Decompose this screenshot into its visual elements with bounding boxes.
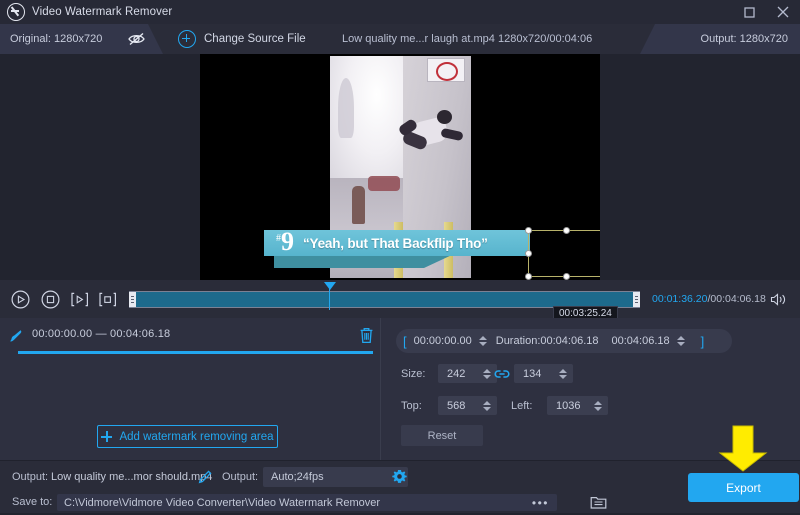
plus-icon [101, 431, 113, 442]
trim-duration-label: Duration:00:04:06.18 [495, 335, 599, 347]
top-label: Top: [401, 400, 422, 412]
watermark-area-progress [18, 351, 373, 354]
resize-handle-bottom-center[interactable] [563, 273, 570, 280]
left-stepper[interactable] [594, 398, 604, 414]
top-value: 568 [447, 399, 466, 412]
resize-handle-middle-left[interactable] [525, 249, 532, 257]
output-name-value: Low quality me...mor should.mp4 [51, 471, 213, 483]
down-arrow-annotation-icon [717, 425, 769, 472]
add-area-label: Add watermark removing area [119, 430, 274, 443]
trim-controls: [ 00:00:00.00 Duration:00:04:06.18 00:04… [396, 329, 732, 353]
reset-button[interactable]: Reset [401, 425, 483, 446]
current-time: 00:01:36.20 [652, 293, 708, 305]
folder-icon[interactable] [590, 494, 607, 510]
maximize-button[interactable] [732, 0, 766, 24]
close-button[interactable] [766, 0, 800, 24]
title-bar: Video Watermark Remover [0, 0, 800, 24]
pencil-icon[interactable] [198, 470, 212, 484]
left-field[interactable]: 1036 [547, 396, 608, 415]
scrubber-handle-left[interactable] [129, 292, 136, 307]
volume-icon[interactable] [770, 292, 788, 307]
video-no-parking-sign [427, 58, 465, 82]
output-format-value: Auto;24fps [271, 471, 324, 483]
size-label: Size: [401, 368, 426, 380]
window-controls [732, 0, 800, 24]
watermark-area-list: 00:00:00.00 — 00:04:06.18 Add watermark … [0, 318, 380, 460]
add-watermark-removing-area-button[interactable]: Add watermark removing area [97, 425, 278, 448]
video-runner [352, 186, 365, 224]
resize-handle-bottom-left[interactable] [525, 273, 532, 280]
output-format-field[interactable]: Auto;24fps [263, 467, 408, 487]
output-resolution-label: Output: 1280x720 [700, 33, 788, 45]
watermark-area-item[interactable]: 00:00:00.00 — 00:04:06.18 [0, 318, 380, 354]
app-logo-icon [7, 3, 25, 21]
output-bar: Output: Low quality me...mor should.mp4 … [0, 460, 800, 493]
eye-off-icon[interactable] [128, 32, 145, 46]
brush-icon [8, 328, 24, 344]
save-to-label: Save to: [12, 496, 53, 508]
subtitle-number: 9 [281, 227, 294, 256]
video-car [368, 176, 400, 191]
app-window: Video Watermark Remover Original: 1280x7… [0, 0, 800, 513]
original-resolution-label: Original: 1280x720 [10, 33, 103, 45]
trim-end-stepper[interactable] [676, 333, 687, 349]
preview-area: # 9 “Yeah, but That Backflip Tho” [0, 54, 800, 280]
width-stepper[interactable] [483, 366, 493, 382]
playhead[interactable] [324, 282, 336, 310]
gear-icon[interactable] [392, 469, 407, 484]
video-tree [338, 78, 354, 138]
output-format-label: Output: [222, 471, 259, 483]
source-file-meta: 1280x720/00:04:06 [498, 33, 593, 45]
output-name-label: Output: [12, 471, 49, 483]
output-resolution-tab: Output: 1280x720 [640, 24, 800, 54]
set-end-icon[interactable] [98, 290, 117, 309]
watermark-selection-box[interactable] [525, 227, 600, 280]
height-value: 134 [523, 367, 542, 380]
left-label: Left: [511, 400, 533, 412]
resize-handle-top-left[interactable] [525, 227, 532, 234]
height-field[interactable]: 134 [514, 364, 573, 383]
save-to-path-field[interactable]: C:\Vidmore\Vidmore Video Converter\Video… [57, 494, 557, 511]
set-start-icon[interactable] [70, 290, 89, 309]
window-title: Video Watermark Remover [32, 6, 173, 18]
left-value: 1036 [556, 399, 581, 412]
save-to-bar: Save to: C:\Vidmore\Vidmore Video Conver… [0, 492, 800, 513]
width-value: 242 [447, 367, 466, 380]
trim-end-time[interactable]: 00:04:06.18 [612, 335, 670, 347]
export-button[interactable]: Export [688, 473, 799, 502]
total-time: /00:04:06.18 [707, 293, 766, 305]
resize-handle-top-center[interactable] [563, 227, 570, 234]
time-readout: 00:01:36.20/00:04:06.18 [652, 293, 766, 305]
trim-start-bracket-icon[interactable]: [ [403, 334, 407, 349]
subtitle-text: “Yeah, but That Backflip Tho” [303, 235, 488, 251]
scrubber-handle-right[interactable] [633, 292, 640, 307]
change-source-file-button[interactable]: Change Source File [204, 24, 306, 54]
add-source-icon[interactable] [178, 30, 196, 48]
play-circle-icon[interactable] [11, 290, 30, 309]
chain-link-icon[interactable] [494, 367, 510, 379]
subtitle-banner-tail [274, 254, 454, 268]
video-canvas[interactable]: # 9 “Yeah, but That Backflip Tho” [200, 54, 600, 280]
source-info-bar: Original: 1280x720 Change Source File Lo… [0, 24, 800, 54]
trim-start-stepper[interactable] [478, 333, 489, 349]
top-field[interactable]: 568 [438, 396, 497, 415]
video-frame: # 9 “Yeah, but That Backflip Tho” [264, 56, 530, 278]
trim-end-bracket-icon[interactable]: ] [701, 334, 705, 349]
subtitle-banner: # 9 “Yeah, but That Backflip Tho” [264, 227, 530, 256]
watermark-area-time-range: 00:00:00.00 — 00:04:06.18 [32, 328, 171, 340]
save-to-path-value: C:\Vidmore\Vidmore Video Converter\Video… [64, 496, 381, 509]
video-person [397, 104, 464, 159]
height-stepper[interactable] [559, 366, 569, 382]
width-field[interactable]: 242 [438, 364, 497, 383]
top-stepper[interactable] [483, 398, 493, 414]
trash-icon[interactable] [359, 327, 374, 344]
transport-bar: 00:03:25.24 00:01:36.20/00:04:06.18 [0, 280, 800, 321]
trim-start-time[interactable]: 00:00:00.00 [414, 335, 472, 347]
ellipsis-icon[interactable]: ••• [532, 497, 549, 509]
source-file-name: Low quality me...r laugh at.mp4 [342, 33, 495, 45]
stop-circle-icon[interactable] [41, 290, 60, 309]
